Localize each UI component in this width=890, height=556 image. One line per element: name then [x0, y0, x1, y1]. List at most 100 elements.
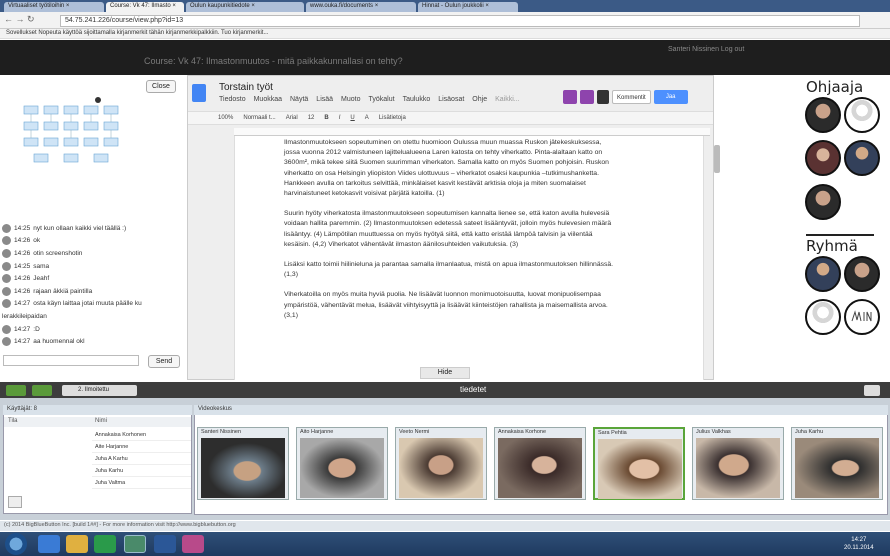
video-tile[interactable]: Julius Valkhas — [692, 427, 784, 500]
video-tile[interactable]: Aito Harjanne — [296, 427, 388, 500]
table-row[interactable]: Aite Harjanne — [92, 442, 191, 453]
avatar[interactable] — [844, 97, 880, 133]
avatar — [2, 223, 11, 233]
font-select[interactable]: Arial — [286, 115, 298, 121]
menu-lisaa[interactable]: Lisää — [316, 96, 333, 103]
avatar[interactable] — [805, 299, 841, 335]
video-feed — [399, 438, 483, 498]
user-links[interactable]: Santeri Nissinen Log out — [668, 46, 744, 53]
settings-icon[interactable] — [8, 496, 22, 508]
paint-icon[interactable] — [182, 535, 204, 553]
chat-message: 14:26 otin screenshotin — [0, 247, 180, 260]
menu-tiedosto[interactable]: Tiedosto — [219, 96, 246, 103]
comments-button[interactable]: Kommentit — [612, 90, 651, 104]
tab-virtuaaliset[interactable]: Virtuaaliset työtiloihin × — [4, 2, 104, 12]
video-tile[interactable]: Annakaisa Korhone — [494, 427, 586, 500]
video-name: Juha Karhu — [792, 428, 882, 437]
avatar[interactable] — [805, 97, 841, 133]
scrollbar[interactable] — [714, 145, 720, 173]
avatar[interactable] — [844, 256, 880, 292]
doc-body[interactable]: Ilmastonmuutokseen sopeutuminen on otett… — [284, 138, 614, 331]
chrome-icon[interactable] — [124, 535, 146, 553]
chat-time: 14:26 — [14, 237, 31, 245]
chat-time: 14:26 — [14, 287, 31, 295]
docs-icon[interactable] — [192, 84, 206, 102]
chat-text: lerakkileipaidan — [2, 312, 47, 320]
chat-message: 14:25 sama — [0, 260, 180, 273]
collaborator-icon[interactable] — [563, 90, 577, 104]
chat-text: Jeahf — [33, 275, 50, 283]
media-icon[interactable] — [94, 535, 116, 553]
hide-button[interactable]: Hide — [420, 367, 470, 379]
bold-button[interactable]: B — [324, 115, 328, 121]
underline-button[interactable]: U — [350, 115, 354, 121]
avatar[interactable] — [805, 256, 841, 292]
send-button[interactable]: Send — [148, 355, 180, 368]
footer-text: (c) 2014 BigBlueButton Inc. [build 1##] … — [0, 521, 890, 531]
more-button[interactable]: Lisätietoja — [379, 115, 406, 121]
share-button[interactable]: Jaa — [653, 90, 688, 104]
menu-nayta[interactable]: Näytä — [290, 96, 308, 103]
chat-input[interactable] — [3, 355, 139, 366]
chat-text: ok — [33, 237, 41, 245]
chat-text: aa huomennal okl — [33, 338, 85, 346]
bookmarks-bar[interactable]: Sovellukset Nopeuta käyttöä sijoittamall… — [0, 29, 890, 39]
chat-message: 14:26 ok — [0, 235, 180, 248]
ohjaaja-title: Ohjaaja — [806, 78, 864, 96]
avatar — [2, 299, 11, 309]
logout-icon[interactable] — [864, 385, 880, 396]
word-icon[interactable] — [154, 535, 176, 553]
col-tila[interactable]: Tila — [8, 418, 17, 424]
zoom-select[interactable]: 100% — [218, 115, 233, 121]
chat-time: 14:27 — [14, 338, 31, 346]
menu-tyokalut[interactable]: Työkalut — [369, 96, 395, 103]
video-tile[interactable]: Santeri Nissinen — [197, 427, 289, 500]
avatar[interactable] — [844, 140, 880, 176]
avatar — [2, 274, 11, 284]
tab-hinnat[interactable]: Hinnat - Oulun joukkolii × — [418, 2, 518, 12]
videos-title: Videokeskus — [194, 405, 888, 415]
close-button[interactable]: Close — [146, 80, 176, 93]
folder-icon[interactable] — [66, 535, 88, 553]
webcam-icon[interactable] — [32, 385, 52, 396]
tab-oulun-kaupunki[interactable]: Oulun kaupunkitiedote × — [186, 2, 304, 12]
size-select[interactable]: 12 — [308, 115, 315, 121]
italic-button[interactable]: I — [339, 115, 341, 121]
menu-kaikki[interactable]: Kaikki... — [495, 96, 520, 103]
collaborator-icon[interactable] — [580, 90, 594, 104]
tab-ouka-documents[interactable]: www.ouka.fi/documents × — [306, 2, 416, 12]
chat-time: 14:26 — [14, 275, 31, 283]
ie-icon[interactable] — [38, 535, 60, 553]
text-color-button[interactable]: A — [365, 115, 369, 121]
moodle-header — [0, 40, 890, 75]
menu-lisaosat[interactable]: Lisäosat — [438, 96, 464, 103]
table-row[interactable]: Juha Valtma — [92, 478, 191, 489]
menu-ohje[interactable]: Ohje — [472, 96, 487, 103]
avatar[interactable] — [844, 299, 880, 335]
menu-muoto[interactable]: Muoto — [341, 96, 360, 103]
avatar[interactable] — [805, 184, 841, 220]
clock[interactable]: 14:27 20.11.2014 — [844, 536, 874, 552]
doc-title[interactable]: Torstain työt — [219, 82, 273, 93]
style-select[interactable]: Normaali t... — [243, 115, 275, 121]
chat-message: 14:25 nyt kun ollaan kaikki viel täällä :… — [0, 222, 180, 235]
table-row[interactable]: Annakaisa Korhonen — [92, 430, 191, 441]
video-tile-active[interactable]: Sara Pehtia — [593, 427, 685, 500]
avatar[interactable] — [805, 140, 841, 176]
chat-icon[interactable] — [597, 90, 609, 104]
tab-ilmoitettu[interactable]: 2. Ilmoitettu — [62, 385, 137, 396]
table-row[interactable]: Juha A Karhu — [92, 454, 191, 465]
menu-taulukko[interactable]: Taulukko — [403, 96, 431, 103]
tab-course[interactable]: Course: Vk 47: Ilmasto × — [106, 2, 184, 12]
ruler — [234, 128, 710, 136]
video-tile[interactable]: Veeto Nermi — [395, 427, 487, 500]
chat-message: 14:27 aa huomennal okl — [0, 335, 180, 348]
mic-icon[interactable] — [6, 385, 26, 396]
back-forward-icons[interactable]: ← → ↻ — [4, 14, 35, 25]
table-row[interactable]: Juha Karhu — [92, 466, 191, 477]
url-input[interactable]: 54.75.241.226/course/view.php?id=13 — [60, 15, 860, 27]
menu-muokkaa[interactable]: Muokkaa — [254, 96, 282, 103]
col-nimi[interactable]: Nimi — [95, 418, 107, 424]
start-icon[interactable] — [5, 533, 27, 555]
video-tile[interactable]: Juha Karhu — [791, 427, 883, 500]
